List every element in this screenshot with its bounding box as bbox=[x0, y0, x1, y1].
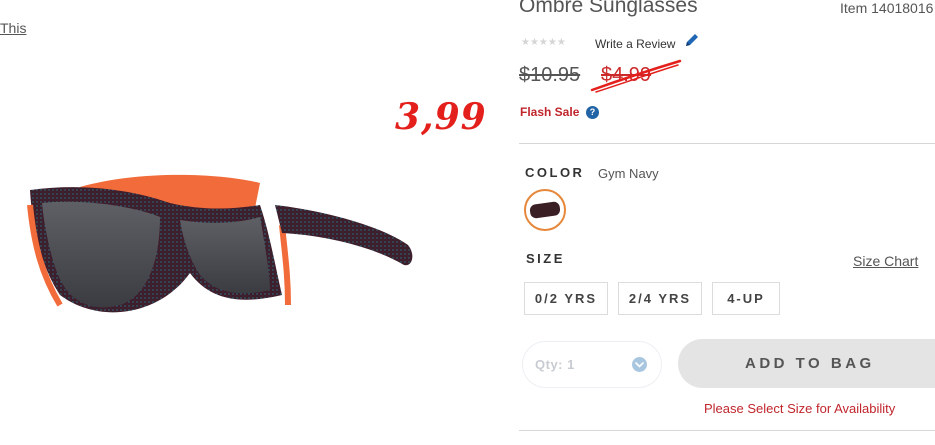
swatch-fill bbox=[529, 200, 561, 220]
pencil-icon[interactable] bbox=[684, 32, 700, 48]
availability-message: Please Select Size for Availability bbox=[704, 401, 896, 416]
annotated-price: 3,99 bbox=[395, 96, 487, 138]
flash-sale-label: Flash Sale bbox=[520, 105, 580, 119]
sale-price: $4.99 bbox=[601, 64, 652, 86]
item-number: Item 14018016 bbox=[840, 0, 934, 16]
size-option-4-up[interactable]: 4-UP bbox=[712, 282, 780, 315]
write-review-link[interactable]: Write a Review bbox=[595, 37, 675, 51]
color-label: COLOR bbox=[525, 165, 585, 180]
original-price: $10.95 bbox=[519, 64, 581, 86]
size-option-2-4-yrs[interactable]: 2/4 YRS bbox=[618, 282, 702, 315]
product-title: Ombre Sunglasses bbox=[519, 0, 698, 17]
rating-stars: ★★★★★ bbox=[521, 37, 566, 48]
chevron-down-icon[interactable] bbox=[632, 357, 647, 372]
add-to-bag-button[interactable]: ADD TO BAG bbox=[678, 339, 935, 388]
quantity-value: Qty: 1 bbox=[535, 357, 575, 372]
divider bbox=[519, 430, 935, 431]
size-option-0-2-yrs[interactable]: 0/2 YRS bbox=[524, 282, 608, 315]
divider bbox=[519, 143, 935, 144]
share-link[interactable]: This bbox=[0, 20, 26, 36]
size-label: SIZE bbox=[526, 251, 565, 266]
selected-color-name: Gym Navy bbox=[598, 166, 659, 181]
help-icon[interactable]: ? bbox=[586, 106, 599, 119]
size-chart-link[interactable]: Size Chart bbox=[853, 253, 918, 269]
color-swatch-gym-navy[interactable] bbox=[524, 189, 566, 231]
chevron-glyph bbox=[635, 361, 644, 368]
product-image bbox=[27, 174, 413, 313]
